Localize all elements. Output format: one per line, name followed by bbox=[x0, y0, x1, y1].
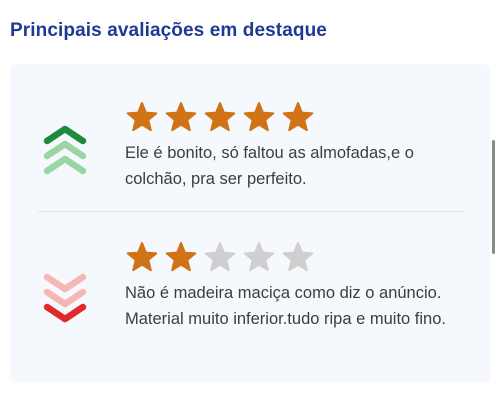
star-rating bbox=[125, 100, 320, 134]
star-filled-icon bbox=[243, 102, 275, 132]
star-empty-icon bbox=[204, 242, 236, 272]
star-filled-icon bbox=[165, 242, 197, 272]
scrollbar[interactable] bbox=[492, 140, 495, 254]
star-filled-icon bbox=[126, 102, 158, 132]
star-filled-icon bbox=[126, 242, 158, 272]
star-rating bbox=[125, 240, 320, 274]
review-text: Não é madeira maciça como diz o anúncio.… bbox=[125, 284, 446, 328]
section-title: Principais avaliações em destaque bbox=[10, 20, 327, 41]
star-empty-icon bbox=[243, 242, 275, 272]
star-empty-icon bbox=[282, 242, 314, 272]
star-filled-icon bbox=[165, 102, 197, 132]
review-divider bbox=[38, 211, 463, 212]
star-filled-icon bbox=[204, 102, 236, 132]
chevrons-up-icon bbox=[40, 120, 90, 178]
reviews-card: Ele é bonito, só faltou as almofadas,e o… bbox=[10, 64, 490, 382]
review-text: Ele é bonito, só faltou as almofadas,e o… bbox=[125, 144, 414, 188]
featured-reviews-page: Principais avaliações em destaque Ele é … bbox=[0, 0, 500, 407]
chevrons-down-icon bbox=[40, 270, 90, 328]
star-filled-icon bbox=[282, 102, 314, 132]
